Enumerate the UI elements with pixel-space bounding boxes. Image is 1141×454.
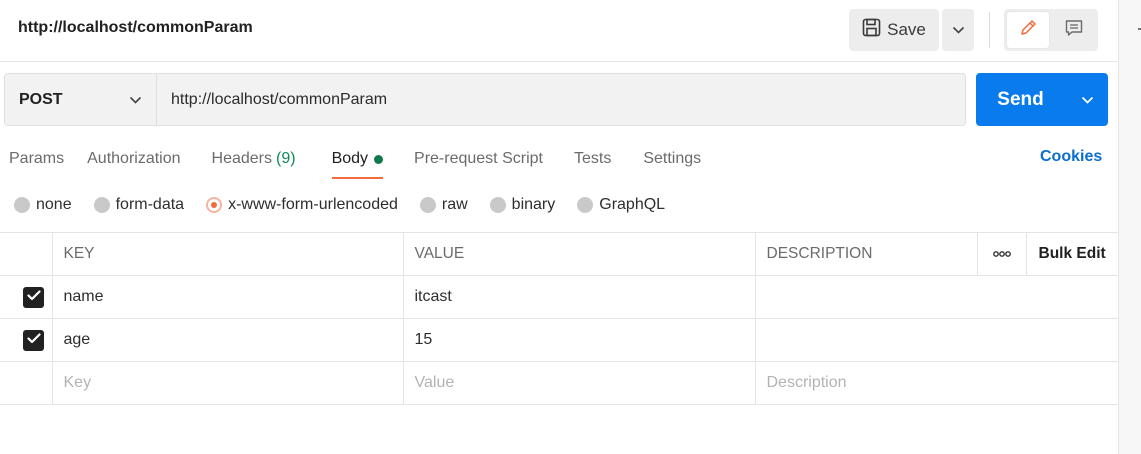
tab-params-label: Params [9, 150, 65, 167]
header-check-cell [0, 232, 53, 276]
request-tabs: Params Authorization Headers (9) Body Pr… [0, 140, 724, 180]
checkmark-icon [26, 331, 41, 349]
url-input[interactable] [157, 74, 965, 125]
description-cell[interactable] [754, 318, 1118, 362]
tab-headers[interactable]: Headers (9) [212, 140, 296, 178]
tab-tests-label: Tests [573, 150, 612, 167]
save-group: Save [849, 9, 974, 51]
value-cell[interactable]: 15 [402, 318, 756, 362]
checkmark-icon [26, 288, 41, 306]
edit-mode-button[interactable] [1007, 12, 1049, 48]
key-cell[interactable]: name [51, 275, 404, 319]
tab-tests[interactable]: Tests [574, 140, 611, 178]
tab-settings-label: Settings [643, 150, 702, 167]
table-row: age 15 [0, 318, 1118, 362]
send-button[interactable]: Send [976, 73, 1108, 126]
table-row-new: Key Value Description [0, 361, 1118, 405]
column-header-description: DESCRIPTION [754, 232, 978, 276]
body-type-none[interactable]: none [14, 196, 72, 214]
table-header-row: KEY VALUE DESCRIPTION Bulk Edit [0, 232, 1118, 276]
value-cell[interactable]: itcast [402, 275, 756, 319]
key-cell[interactable]: age [51, 318, 404, 362]
header-divider [989, 12, 990, 48]
save-options-button[interactable] [942, 9, 974, 51]
table-row: name itcast [0, 275, 1118, 319]
description-cell[interactable] [754, 275, 1118, 319]
body-type-label: raw [441, 196, 468, 213]
view-mode-toggle [1004, 9, 1098, 51]
bulk-edit-button[interactable]: Bulk Edit [1025, 232, 1118, 276]
body-type-raw[interactable]: raw [419, 196, 468, 214]
chevron-down-icon [1081, 91, 1094, 109]
body-type-form-data[interactable]: form-data [93, 196, 185, 214]
radio-icon [577, 197, 594, 213]
row-enabled-checkbox[interactable] [23, 286, 44, 308]
tab-authorization[interactable]: Authorization [87, 140, 180, 178]
params-table: KEY VALUE DESCRIPTION Bulk Edit name itc… [0, 232, 1118, 405]
body-type-label: x-www-form-urlencoded [228, 196, 398, 213]
save-label: Save [887, 20, 926, 39]
body-type-label: none [36, 196, 72, 213]
comments-button[interactable] [1053, 12, 1095, 48]
method-label: POST [19, 90, 63, 108]
description-placeholder-cell[interactable]: Description [754, 361, 1118, 405]
tab-headers-label: Headers [211, 150, 272, 167]
tab-body[interactable]: Body [331, 140, 384, 179]
tab-pre-request-script-label: Pre-request Script [414, 150, 543, 167]
tab-params[interactable]: Params [9, 140, 64, 178]
body-type-label: GraphQL [599, 196, 666, 213]
method-select[interactable]: POST [5, 74, 157, 125]
body-type-x-www-form-urlencoded[interactable]: x-www-form-urlencoded [206, 196, 398, 214]
row-enabled-checkbox[interactable] [23, 329, 44, 351]
body-type-label: form-data [115, 196, 185, 213]
send-options-button[interactable] [1065, 73, 1108, 126]
more-options-button[interactable] [976, 232, 1027, 276]
body-status-dot [374, 154, 384, 164]
key-placeholder-cell[interactable]: Key [51, 361, 404, 405]
body-type-graphql[interactable]: GraphQL [577, 196, 665, 214]
body-type-binary[interactable]: binary [489, 196, 556, 214]
cookies-link[interactable]: Cookies [1040, 148, 1102, 166]
request-header: http://localhost/commonParam Save [0, 0, 1118, 62]
value-placeholder-cell[interactable]: Value [402, 361, 756, 405]
radio-icon [14, 197, 30, 213]
headers-count-badge: (9) [276, 150, 296, 167]
comment-icon [1064, 18, 1084, 43]
save-icon [862, 18, 881, 42]
radio-icon [419, 197, 436, 213]
radio-icon [93, 197, 110, 213]
request-name[interactable]: http://localhost/commonParam [18, 19, 253, 37]
send-label: Send [997, 88, 1044, 110]
url-bar: POST [4, 73, 966, 126]
radio-icon [489, 197, 506, 213]
row-check-cell [0, 318, 53, 362]
tab-settings[interactable]: Settings [643, 140, 701, 178]
chevron-down-icon [952, 21, 965, 39]
tab-pre-request-script[interactable]: Pre-request Script [414, 140, 543, 178]
radio-selected-icon [206, 197, 223, 213]
tab-body-label: Body [331, 150, 369, 167]
column-header-key: KEY [51, 232, 404, 276]
body-type-selector: none form-data x-www-form-urlencoded raw… [14, 193, 687, 217]
save-button[interactable]: Save [849, 9, 939, 51]
body-type-label: binary [511, 196, 556, 213]
tab-authorization-label: Authorization [87, 150, 181, 167]
right-side-panel [1118, 0, 1141, 454]
column-header-value: VALUE [402, 232, 756, 276]
more-icon [992, 245, 1012, 262]
chevron-down-icon [129, 91, 142, 109]
pencil-icon [1018, 18, 1038, 43]
row-check-cell [0, 361, 53, 405]
row-check-cell [0, 275, 53, 319]
